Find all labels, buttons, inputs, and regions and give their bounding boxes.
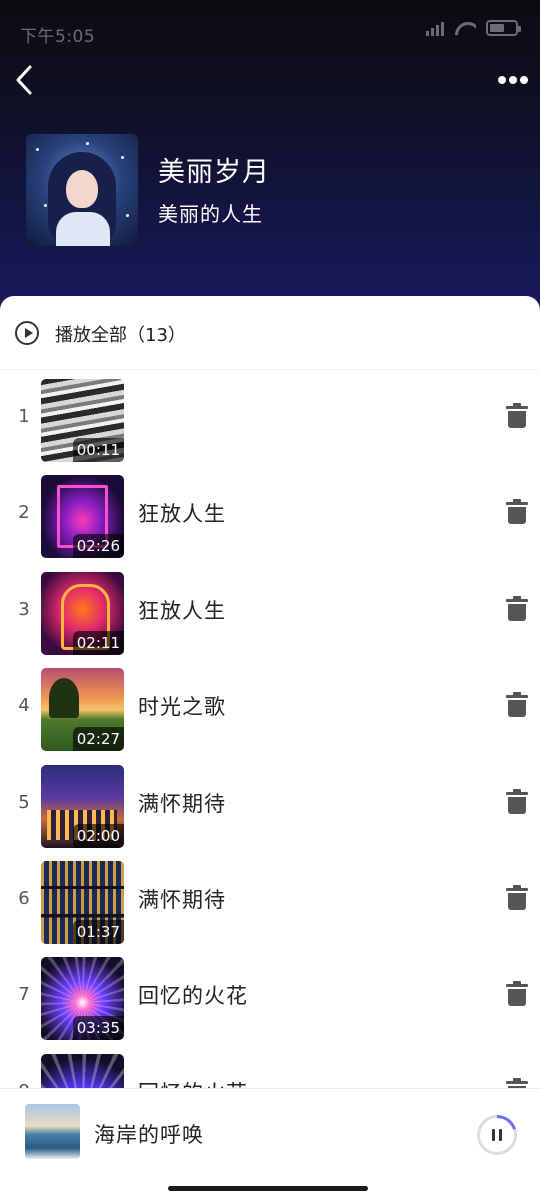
- trash-icon[interactable]: [506, 1077, 528, 1088]
- track-row[interactable]: 5 02:00 满怀期待: [0, 760, 540, 856]
- track-row[interactable]: 2 02:26 狂放人生: [0, 470, 540, 566]
- play-circle-icon: [15, 321, 39, 345]
- wifi-icon: [454, 20, 476, 36]
- pause-icon: [480, 1118, 514, 1152]
- mini-player[interactable]: 海岸的呼唤: [0, 1088, 540, 1200]
- play-all-button[interactable]: 播放全部（13）: [0, 296, 540, 370]
- track-row[interactable]: 8 回忆的火花: [0, 1049, 540, 1088]
- track-sheet: 播放全部（13） 1 00:11 2 02:26 狂放人生 3 02:11 狂放…: [0, 296, 540, 1200]
- more-dot-icon: [498, 76, 506, 84]
- track-title: 时光之歌: [138, 695, 226, 720]
- trash-icon[interactable]: [506, 403, 528, 428]
- trash-icon[interactable]: [506, 595, 528, 621]
- track-thumbnail: 03:35: [41, 957, 124, 1041]
- track-thumbnail: 02:27: [41, 668, 124, 752]
- track-number: 3: [18, 598, 30, 620]
- more-dot-icon: [509, 76, 517, 84]
- track-title: 回忆的火花: [138, 1077, 248, 1088]
- trash-icon[interactable]: [506, 884, 528, 910]
- play-all-label: 播放全部（13）: [55, 325, 186, 346]
- track-title: 满怀期待: [138, 887, 226, 912]
- track-thumbnail: 00:11: [41, 379, 124, 462]
- track-duration: 02:26: [72, 534, 124, 559]
- track-title: 狂放人生: [138, 502, 226, 527]
- more-button[interactable]: [498, 66, 528, 94]
- playlist-subtitle: 美丽的人生: [158, 202, 263, 226]
- battery-icon: [486, 20, 521, 36]
- track-list[interactable]: 1 00:11 2 02:26 狂放人生 3 02:11 狂放人生 4 02:2…: [0, 374, 540, 1088]
- track-number: 5: [18, 791, 30, 813]
- now-playing-cover: [25, 1104, 80, 1159]
- track-number: 2: [18, 502, 30, 524]
- track-title: 回忆的火花: [138, 984, 248, 1009]
- track-row[interactable]: 7 03:35 回忆的火花: [0, 952, 540, 1048]
- track-duration: 02:11: [72, 630, 124, 655]
- signal-icon: [426, 20, 444, 36]
- home-indicator: [168, 1186, 368, 1191]
- track-row[interactable]: 3 02:11 狂放人生: [0, 567, 540, 663]
- status-bar: 下午5:05: [0, 0, 540, 56]
- track-thumbnail: 02:11: [41, 571, 124, 655]
- trash-icon[interactable]: [506, 788, 528, 814]
- trash-icon[interactable]: [506, 499, 528, 525]
- more-dot-icon: [520, 76, 528, 84]
- playlist-title: 美丽岁月: [158, 157, 270, 188]
- track-duration: 00:11: [72, 438, 124, 462]
- track-number: 7: [18, 984, 30, 1006]
- track-number: 4: [18, 695, 30, 717]
- pause-button[interactable]: [477, 1115, 517, 1155]
- back-button[interactable]: [10, 62, 42, 98]
- track-number: 6: [18, 887, 30, 909]
- track-duration: 02:00: [72, 823, 124, 848]
- track-duration: 01:37: [72, 919, 124, 944]
- trash-icon[interactable]: [506, 981, 528, 1007]
- playlist-cover: [26, 134, 138, 246]
- track-thumbnail: 02:26: [41, 475, 124, 559]
- now-playing-title: 海岸的呼唤: [94, 1123, 204, 1147]
- track-title: 狂放人生: [138, 598, 226, 623]
- track-thumbnail: 02:00: [41, 764, 124, 848]
- playlist-header: 下午5:05 美丽岁月 美丽的人生: [0, 0, 540, 320]
- track-title: 满怀期待: [138, 791, 226, 816]
- track-number: 1: [18, 406, 30, 427]
- track-thumbnail: [41, 1053, 124, 1088]
- chevron-left-icon: [16, 65, 32, 95]
- status-icons: [426, 20, 521, 36]
- track-row[interactable]: 4 02:27 时光之歌: [0, 663, 540, 759]
- track-thumbnail: 01:37: [41, 860, 124, 944]
- trash-icon[interactable]: [506, 692, 528, 718]
- status-time: 下午5:05: [20, 27, 96, 47]
- track-row[interactable]: 6 01:37 满怀期待: [0, 856, 540, 952]
- track-row[interactable]: 1 00:11: [0, 374, 540, 470]
- track-duration: 03:35: [72, 1016, 124, 1041]
- track-duration: 02:27: [72, 727, 124, 752]
- track-number: 8: [12, 1081, 36, 1088]
